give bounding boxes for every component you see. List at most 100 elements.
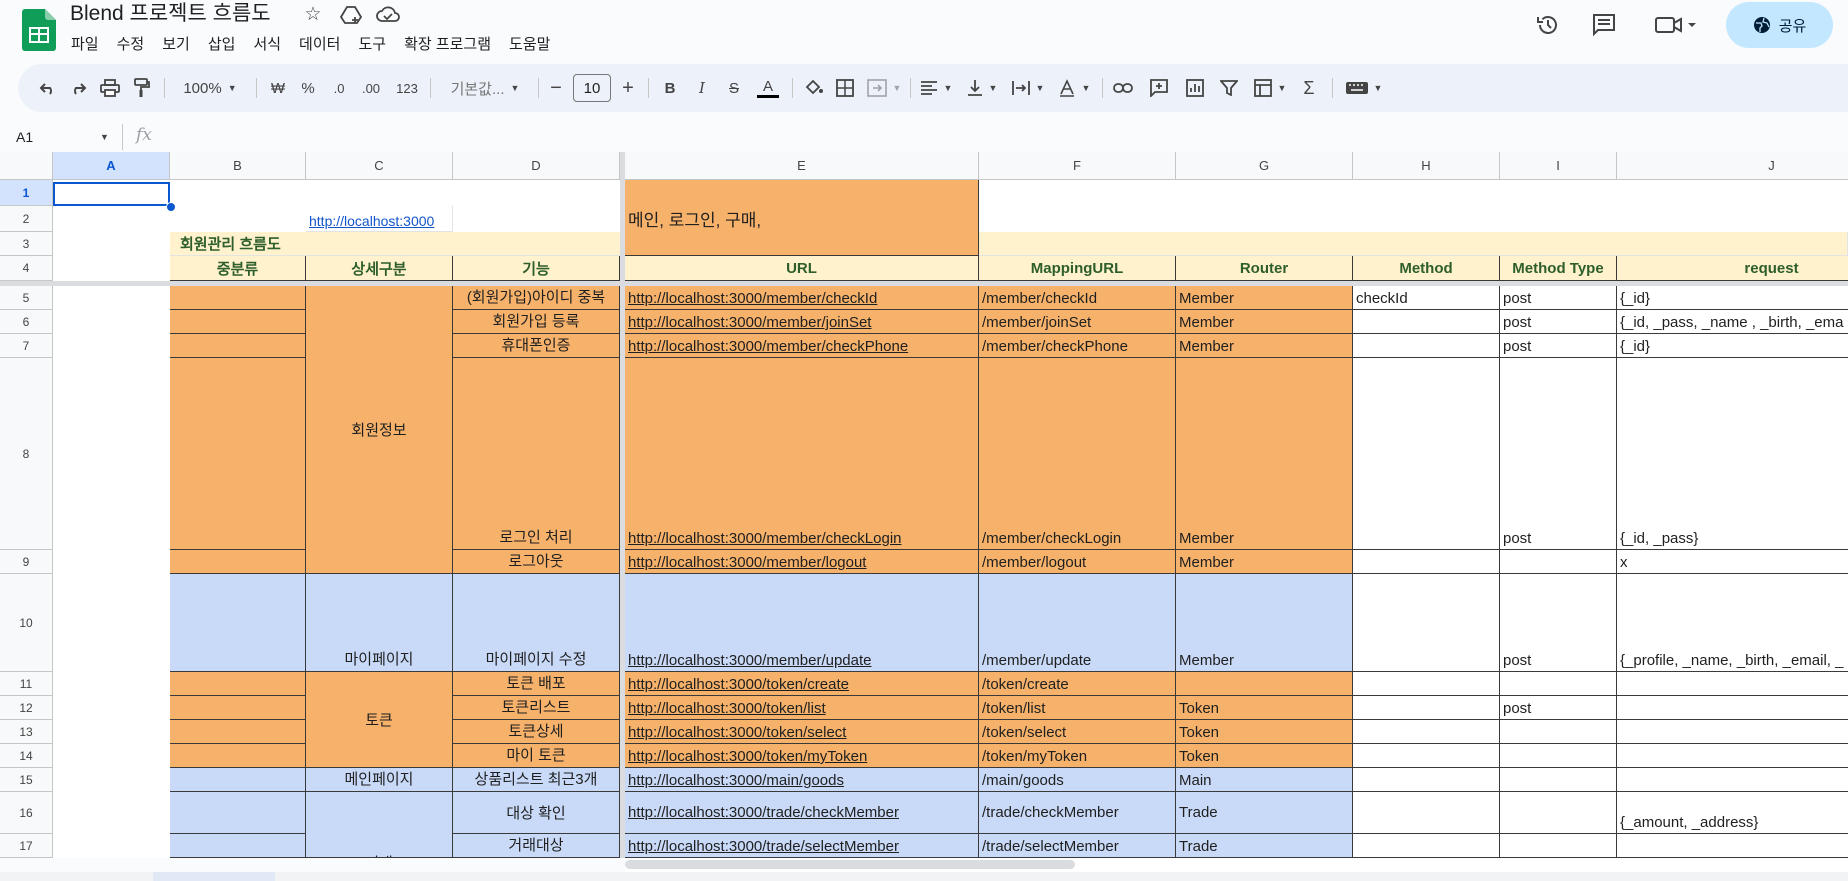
cell-request-r11[interactable] bbox=[1617, 672, 1848, 696]
zoom-select[interactable]: 100% ▼ bbox=[174, 64, 246, 112]
cell-url-r10[interactable]: http://localhost:3000/member/update bbox=[625, 574, 979, 672]
redo-icon[interactable] bbox=[66, 64, 90, 112]
cell-c2-link[interactable]: http://localhost:3000 bbox=[309, 213, 434, 229]
cell-request-r6[interactable]: {_id, _pass, _name , _birth, _ema bbox=[1617, 310, 1848, 334]
select-all-corner[interactable] bbox=[0, 152, 53, 180]
cell-mapping-url-r8[interactable]: /member/checkLogin bbox=[979, 358, 1176, 550]
cell-router-r6[interactable]: Member bbox=[1176, 310, 1353, 334]
cloud-saved-icon[interactable] bbox=[376, 4, 400, 26]
group-token[interactable]: 토큰 bbox=[306, 672, 453, 768]
cell-b10[interactable] bbox=[170, 574, 306, 672]
cell-router-r12[interactable]: Token bbox=[1176, 696, 1353, 720]
cell-feature-r17[interactable]: 거래대상 bbox=[453, 834, 620, 858]
cell-b16[interactable] bbox=[170, 792, 306, 834]
font-size-increase-button[interactable]: + bbox=[616, 64, 640, 112]
cell-router-r13[interactable]: Token bbox=[1176, 720, 1353, 744]
row-header-16[interactable]: 16 bbox=[0, 792, 53, 834]
cell-method-type-r11[interactable] bbox=[1500, 672, 1617, 696]
column-header-c[interactable]: C bbox=[306, 152, 453, 180]
cell-router-r17[interactable]: Trade bbox=[1176, 834, 1353, 858]
more-formats-button[interactable]: 123 bbox=[392, 64, 422, 112]
url-link[interactable]: http://localhost:3000/trade/selectMember bbox=[628, 838, 899, 855]
cell-b12[interactable] bbox=[170, 696, 306, 720]
font-family-select[interactable]: 기본값... ▼ bbox=[440, 64, 530, 112]
cell-method-r10[interactable] bbox=[1353, 574, 1500, 672]
group-trade[interactable]: 거래 bbox=[306, 792, 453, 858]
menu-extensions[interactable]: 확장 프로그램 bbox=[395, 34, 500, 56]
cell-method-type-r7[interactable]: post bbox=[1500, 334, 1617, 358]
sheet-tab-active[interactable] bbox=[153, 872, 275, 881]
header-method[interactable]: Method bbox=[1353, 256, 1500, 281]
fill-color-icon[interactable] bbox=[800, 64, 828, 112]
url-link[interactable]: http://localhost:3000/member/joinSet bbox=[628, 314, 871, 331]
comments-icon[interactable] bbox=[1587, 8, 1621, 42]
row-header-6[interactable]: 6 bbox=[0, 310, 53, 334]
cell-router-r10[interactable]: Member bbox=[1176, 574, 1353, 672]
url-link[interactable]: http://localhost:3000/main/goods bbox=[628, 772, 844, 789]
text-color-icon[interactable]: A bbox=[754, 64, 782, 112]
cell-mapping-url-r5[interactable]: /member/checkId bbox=[979, 286, 1176, 310]
cell-url-r8[interactable]: http://localhost:3000/member/checkLogin bbox=[625, 358, 979, 550]
decrease-decimal-button[interactable]: .0 bbox=[326, 64, 352, 112]
cell-feature-r11[interactable]: 토큰 배포 bbox=[453, 672, 620, 696]
cell-feature-r9[interactable]: 로그아웃 bbox=[453, 550, 620, 574]
cell-feature-r8[interactable]: 로그인 처리 bbox=[453, 358, 620, 550]
cell-b17[interactable] bbox=[170, 834, 306, 858]
cell-b5[interactable] bbox=[170, 286, 306, 310]
cell-e3[interactable] bbox=[625, 232, 979, 256]
cell-url-r12[interactable]: http://localhost:3000/token/list bbox=[625, 696, 979, 720]
document-title[interactable]: Blend 프로젝트 흐름도 bbox=[70, 0, 271, 28]
cell-feature-r13[interactable]: 토큰상세 bbox=[453, 720, 620, 744]
undo-icon[interactable] bbox=[36, 64, 60, 112]
move-to-drive-icon[interactable] bbox=[340, 4, 362, 26]
filter-icon[interactable] bbox=[1216, 64, 1242, 112]
cell-b9[interactable] bbox=[170, 550, 306, 574]
cell-request-r7[interactable]: {_id} bbox=[1617, 334, 1848, 358]
insert-chart-icon[interactable] bbox=[1182, 64, 1208, 112]
fill-handle[interactable] bbox=[166, 202, 176, 212]
cell-mapping-url-r7[interactable]: /member/checkPhone bbox=[979, 334, 1176, 358]
horizontal-align-icon[interactable]: ▼ bbox=[916, 64, 956, 112]
cell-method-type-r10[interactable]: post bbox=[1500, 574, 1617, 672]
cell-router-r5[interactable]: Member bbox=[1176, 286, 1353, 310]
cell-c2[interactable]: http://localhost:3000 bbox=[306, 206, 453, 232]
row-header-14[interactable]: 14 bbox=[0, 744, 53, 768]
insert-comment-icon[interactable] bbox=[1146, 64, 1172, 112]
star-icon[interactable]: ☆ bbox=[302, 4, 324, 26]
cell-url-r9[interactable]: http://localhost:3000/member/logout bbox=[625, 550, 979, 574]
horizontal-scrollbar-thumb[interactable] bbox=[625, 860, 1075, 869]
cell-method-r11[interactable] bbox=[1353, 672, 1500, 696]
header-category[interactable]: 중분류 bbox=[170, 256, 306, 281]
cell-method-type-r17[interactable] bbox=[1500, 834, 1617, 858]
cell-b15[interactable] bbox=[170, 768, 306, 792]
font-size-decrease-button[interactable]: − bbox=[544, 64, 568, 112]
cell-mapping-url-r12[interactable]: /token/list bbox=[979, 696, 1176, 720]
strikethrough-icon[interactable]: S bbox=[722, 64, 746, 112]
cell-request-r9[interactable]: x bbox=[1617, 550, 1848, 574]
vertical-align-icon[interactable]: ▼ bbox=[962, 64, 1002, 112]
row-header-2[interactable]: 2 bbox=[0, 206, 53, 232]
cell-router-r7[interactable]: Member bbox=[1176, 334, 1353, 358]
cell-feature-r6[interactable]: 회원가입 등록 bbox=[453, 310, 620, 334]
cell-url-r14[interactable]: http://localhost:3000/token/myToken bbox=[625, 744, 979, 768]
cell-e2[interactable]: 메인, 로그인, 구매, bbox=[625, 204, 979, 232]
cell-mapping-url-r16[interactable]: /trade/checkMember bbox=[979, 792, 1176, 834]
cell-url-r11[interactable]: http://localhost:3000/token/create bbox=[625, 672, 979, 696]
functions-icon[interactable]: Σ bbox=[1296, 64, 1322, 112]
cell-request-r10[interactable]: {_profile, _name, _birth, _email, _ bbox=[1617, 574, 1848, 672]
url-link[interactable]: http://localhost:3000/member/checkId bbox=[628, 290, 877, 307]
menu-view[interactable]: 보기 bbox=[153, 34, 199, 56]
cell-feature-r14[interactable]: 마이 토큰 bbox=[453, 744, 620, 768]
menu-tools[interactable]: 도구 bbox=[349, 34, 395, 56]
cell-mapping-url-r15[interactable]: /main/goods bbox=[979, 768, 1176, 792]
formula-input[interactable] bbox=[160, 122, 1840, 150]
cell-e1[interactable] bbox=[625, 180, 979, 204]
cell-method-r7[interactable] bbox=[1353, 334, 1500, 358]
row-header-9[interactable]: 9 bbox=[0, 550, 53, 574]
column-header-i[interactable]: I bbox=[1500, 152, 1617, 180]
menu-format[interactable]: 서식 bbox=[244, 34, 290, 56]
cell-feature-r10[interactable]: 마이페이지 수정 bbox=[453, 574, 620, 672]
url-link[interactable]: http://localhost:3000/token/create bbox=[628, 676, 849, 693]
font-size-input[interactable]: 10 bbox=[573, 74, 611, 102]
meet-video-icon[interactable] bbox=[1650, 8, 1702, 42]
